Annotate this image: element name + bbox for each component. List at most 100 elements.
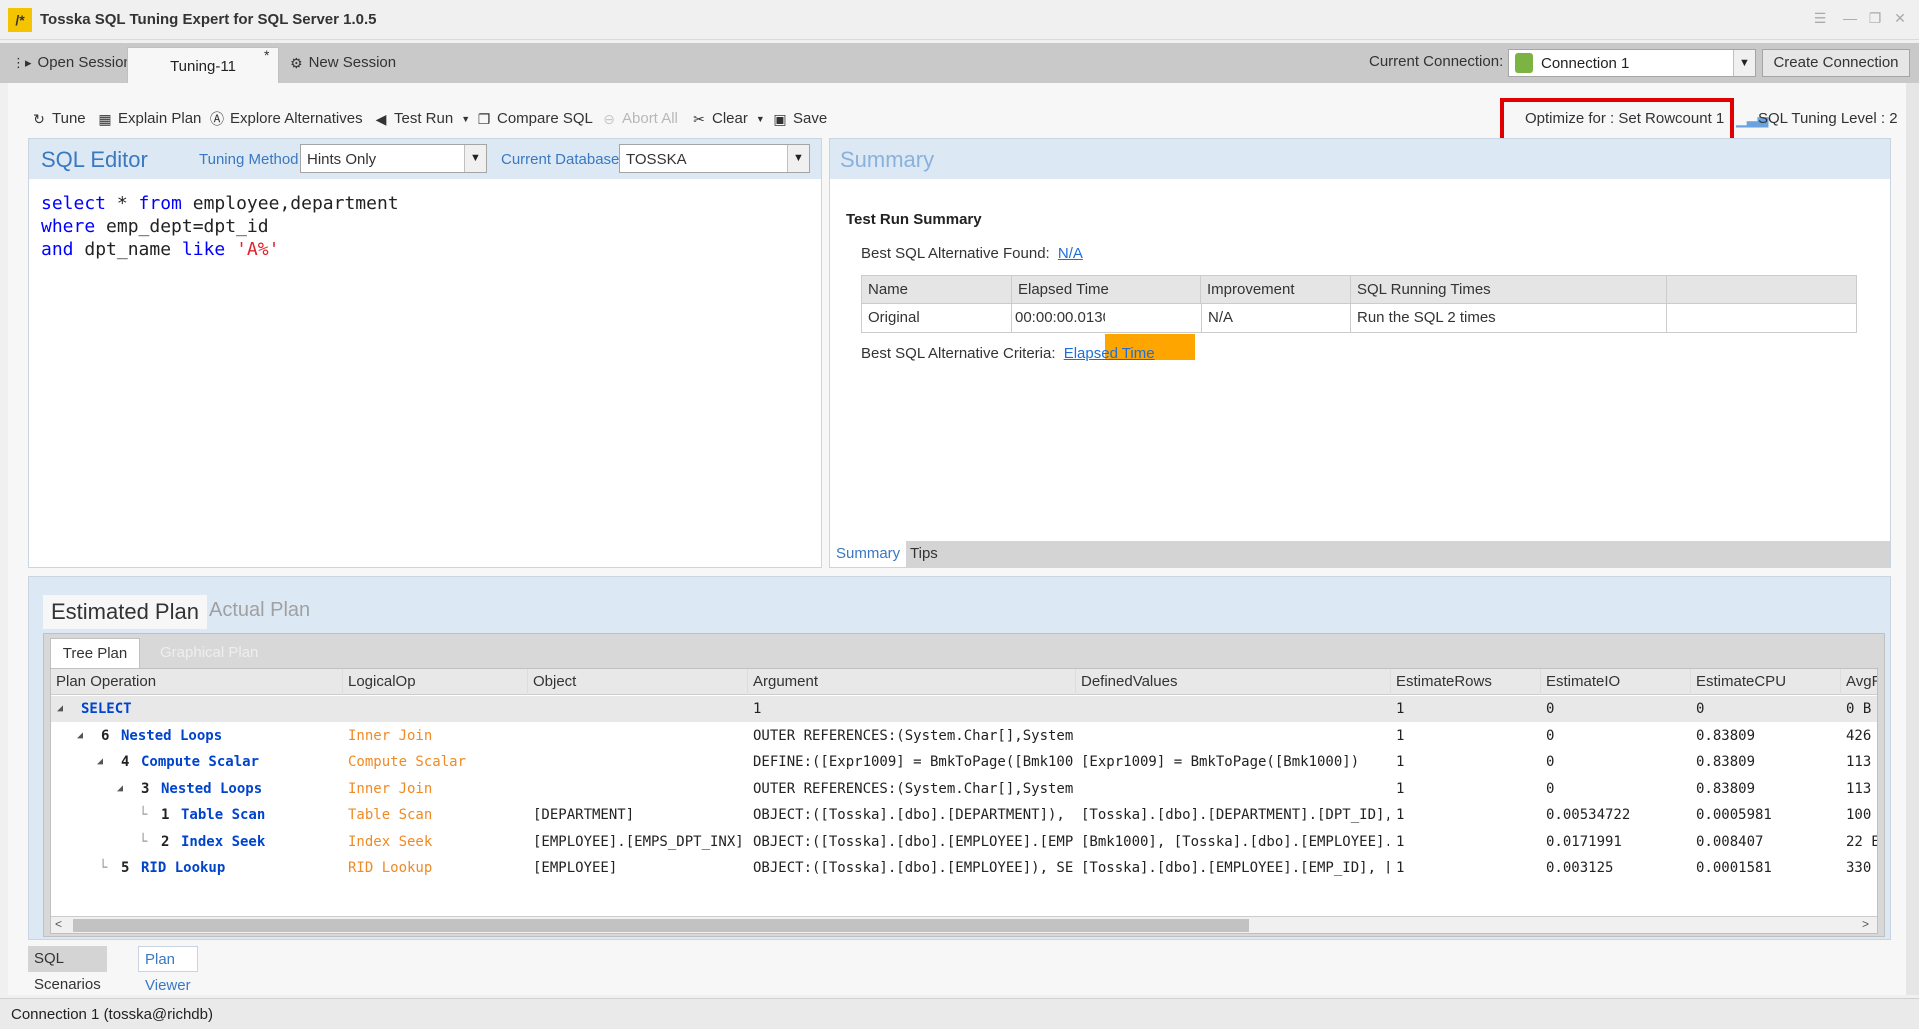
plan-operation-cell: └ 2 Index Seek xyxy=(51,829,343,855)
table-row[interactable]: ◢ 3 Nested Loops Inner Join OUTER REFERENCES… xyxy=(51,776,1877,802)
minimize-icon[interactable]: — xyxy=(1840,10,1860,26)
connection-select[interactable]: Connection 1 ▼ xyxy=(1508,49,1756,77)
status-text: Connection 1 (tosska@richdb) xyxy=(11,1006,213,1023)
scroll-left-icon[interactable]: < xyxy=(55,917,62,931)
tuning-level-label: SQL Tuning Level : 2 xyxy=(1758,110,1898,127)
chevron-down-icon[interactable]: ▼ xyxy=(464,145,486,172)
explore-alternatives-button[interactable]: Ⓐ Explore Alternatives xyxy=(208,108,363,130)
estimate-cpu-cell: 0.83809 xyxy=(1696,754,1756,770)
estimate-cpu-cell: 0.83809 xyxy=(1696,780,1756,797)
compare-sql-button[interactable]: ❐ Compare SQL xyxy=(475,108,593,130)
scroll-right-icon[interactable]: > xyxy=(1862,917,1869,931)
tree-expander-icon[interactable]: ◢ xyxy=(57,696,63,722)
table-row[interactable]: ◢ 6 Nested Loops Inner Join OUTER REFERENCES… xyxy=(51,723,1877,749)
explore-alternatives-icon: Ⓐ xyxy=(210,111,224,127)
table-row[interactable]: └ 5 RID Lookup RID Lookup [EMPLOYEE] OBJECT:(… xyxy=(51,855,1877,881)
tab-summary[interactable]: Summary xyxy=(830,541,907,567)
tab-new-session[interactable]: ⚙ New Session xyxy=(282,43,404,83)
tree-expander-icon[interactable]: ◢ xyxy=(77,723,83,749)
best-found-link[interactable]: N/A xyxy=(1058,245,1083,262)
table-row[interactable]: └ 2 Index Seek Index Seek [EMPLOYEE].[EMPS_D… xyxy=(51,829,1877,855)
argument-cell: OUTER REFERENCES:(System.Char[],System xyxy=(753,727,1074,744)
tuning-level-button[interactable]: ▁▃▅ SQL Tuning Level : 2 xyxy=(1736,108,1898,130)
avg-row-size-cell: 22 E xyxy=(1846,833,1877,850)
tree-expander-icon[interactable]: ◢ xyxy=(117,776,123,802)
criteria-link[interactable]: Elapsed Time xyxy=(1064,345,1155,362)
tab-plan-viewer[interactable]: Plan Viewer xyxy=(138,946,198,994)
defined-values-cell: [Expr1009] = BmkToPage([Bmk1000]) xyxy=(1081,754,1360,770)
clear-button[interactable]: ✂ Clear ▼ xyxy=(690,108,765,130)
save-button[interactable]: ▣ Save xyxy=(771,108,827,130)
tab-actual-plan[interactable]: Actual Plan xyxy=(209,599,310,622)
create-connection-button[interactable]: Create Connection xyxy=(1762,49,1910,77)
column-header[interactable]: Argument xyxy=(748,669,1076,695)
defined-values-cell: [Tosska].[dbo].[EMPLOYEE].[EMP_ID], [ xyxy=(1081,860,1389,876)
tab-tree-plan[interactable]: Tree Plan xyxy=(50,638,140,668)
logical-op-cell xyxy=(348,696,526,722)
sql-code-area[interactable]: select * from employee,department where … xyxy=(29,179,821,567)
menu-icon[interactable]: ☰ xyxy=(1810,10,1830,26)
estimate-rows-cell: 1 xyxy=(1396,833,1405,850)
explain-plan-button[interactable]: ▦ Explain Plan xyxy=(96,108,201,130)
estimate-rows-cell: 1 xyxy=(1396,780,1405,797)
sql-text: * xyxy=(106,193,139,214)
tab-tuning-11[interactable]: Tuning-11 xyxy=(127,47,279,83)
tab-tips[interactable]: Tips xyxy=(904,541,944,567)
test-run-table-header: Name Elapsed Time Improvement SQL Runnin… xyxy=(862,276,1856,304)
sql-string: 'A%' xyxy=(236,239,280,260)
test-run-dropdown-icon[interactable]: ▼ xyxy=(461,108,470,130)
plan-grid: Plan Operation LogicalOp Object Argument… xyxy=(50,668,1878,934)
column-header[interactable]: DefinedValues xyxy=(1076,669,1391,695)
column-header[interactable]: AvgR xyxy=(1841,669,1877,695)
avg-row-size-cell: 330 xyxy=(1846,860,1872,876)
column-header[interactable]: EstimateRows xyxy=(1391,669,1541,695)
current-database-select[interactable]: TOSSKA ▼ xyxy=(619,144,810,173)
abort-all-button[interactable]: ⊖ Abort All xyxy=(600,108,678,130)
clear-dropdown-icon[interactable]: ▼ xyxy=(756,108,765,130)
column-header: SQL Running Times xyxy=(1351,276,1667,304)
horizontal-scrollbar[interactable]: < > xyxy=(51,916,1877,933)
column-header[interactable]: Plan Operation xyxy=(51,669,343,695)
window-scrollbar[interactable] xyxy=(1906,83,1919,995)
tab-estimated-plan[interactable]: Estimated Plan xyxy=(43,595,207,629)
restore-icon[interactable]: ❐ xyxy=(1865,10,1885,26)
tab-open-session[interactable]: ⋮▸ Open Session xyxy=(4,43,140,83)
chevron-down-icon[interactable]: ▼ xyxy=(787,145,809,172)
column-header[interactable]: EstimateIO xyxy=(1541,669,1691,695)
column-header[interactable]: LogicalOp xyxy=(343,669,528,695)
tune-button[interactable]: ↻ Tune xyxy=(30,108,86,130)
estimate-rows-cell: 1 xyxy=(1396,701,1405,717)
save-icon: ▣ xyxy=(773,111,787,127)
tuning-method-select[interactable]: Hints Only ▼ xyxy=(300,144,487,173)
best-alternative-criteria: Best SQL Alternative Criteria: Elapsed T… xyxy=(861,345,1155,362)
logical-op-cell: Inner Join xyxy=(348,727,433,744)
estimate-cpu-cell: 0.0005981 xyxy=(1696,807,1772,823)
estimate-cpu-cell: 0.0001581 xyxy=(1696,860,1772,876)
tree-expander-icon[interactable]: ◢ xyxy=(97,749,103,775)
object-cell xyxy=(533,776,746,802)
tree-line: └ xyxy=(139,833,148,850)
tree-line: └ xyxy=(99,860,108,876)
column-header[interactable]: Object xyxy=(528,669,748,695)
table-row[interactable]: ◢ SELECT 1 1 0 0 0 B xyxy=(51,696,1877,722)
test-run-button[interactable]: ◀ Test Run ▼ xyxy=(372,108,471,130)
summary-header: Summary xyxy=(830,139,1890,179)
chevron-down-icon[interactable]: ▼ xyxy=(1733,50,1755,76)
title-bar: /* Tosska SQL Tuning Expert for SQL Serv… xyxy=(0,0,1919,40)
estimate-rows-cell: 1 xyxy=(1396,727,1405,744)
column-header[interactable]: EstimateCPU xyxy=(1691,669,1841,695)
sql-text: emp_dept=dpt_id xyxy=(95,216,269,237)
optimize-for-button[interactable]: Optimize for : Set Rowcount 1 xyxy=(1525,110,1724,127)
clear-label: Clear xyxy=(712,110,748,127)
sql-keyword: and xyxy=(41,239,74,260)
tab-sql-scenarios[interactable]: SQL Scenarios xyxy=(28,946,107,993)
app-title: Tosska SQL Tuning Expert for SQL Server … xyxy=(40,11,377,28)
app-logo-icon: /* xyxy=(8,8,32,32)
table-row[interactable]: └ 1 Table Scan Table Scan [DEPARTMENT] OBJECT… xyxy=(51,802,1877,828)
table-row[interactable]: ◢ 4 Compute Scalar Compute Scalar DEFINE:([E… xyxy=(51,749,1877,775)
tab-graphical-plan[interactable]: Graphical Plan xyxy=(160,644,258,661)
close-icon[interactable]: ✕ xyxy=(1890,10,1910,26)
scroll-thumb[interactable] xyxy=(73,919,1249,932)
defined-values-cell: [Bmk1000], [Tosska].[dbo].[EMPLOYEE]. xyxy=(1081,833,1389,850)
table-row[interactable]: Original 00:00:00.0130 N/A Run the SQL 2… xyxy=(862,304,1856,360)
